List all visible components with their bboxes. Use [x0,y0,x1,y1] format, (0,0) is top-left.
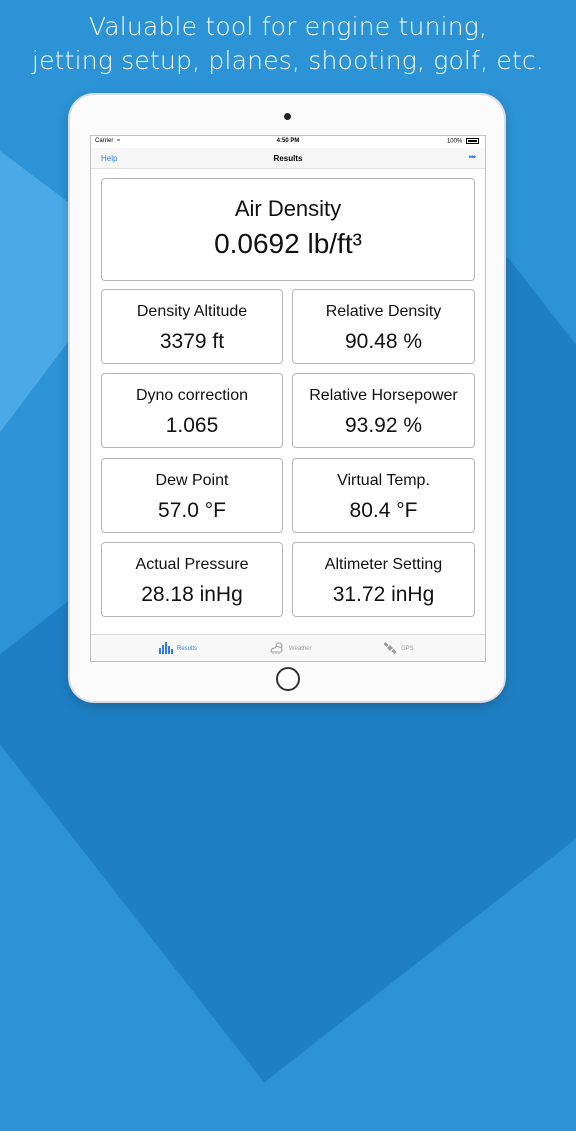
card-label: Relative Horsepower [309,387,458,404]
card-label: Virtual Temp. [337,472,430,489]
headline-line-1: Valuable tool for engine tuning, [88,12,488,41]
status-bar: Carrier ≈ 4:50 PM 100% [91,136,485,148]
status-time: 4:50 PM [276,138,300,144]
result-card-density-altitude: Density Altitude 3379 ft [101,289,283,364]
card-value: 1.065 [165,414,219,437]
promo-headline: Valuable tool for engine tuning, jetting… [0,10,576,78]
result-card-relative-density: Relative Density 90.48 % [292,289,475,364]
card-value: 93.92 % [344,414,423,437]
camera-icon [284,113,291,120]
battery-icon [466,138,479,144]
card-label: Dyno correction [135,387,249,404]
tab-bar: Results Weather GPS [91,634,485,661]
air-density-label: Air Density [234,196,342,221]
result-card-virtual-temp: Virtual Temp. 80.4 °F [292,458,475,533]
page-title: Results [273,154,303,163]
tab-label: Weather [289,646,312,652]
result-card-dyno-correction: Dyno correction 1.065 [101,373,283,448]
card-value: 28.18 inHg [141,583,243,606]
result-card-dew-point: Dew Point 57.0 °F [101,458,283,533]
navigation-bar: Help Results ••• [91,148,485,169]
bar-chart-icon [159,642,173,656]
tab-label: GPS [401,646,414,652]
card-label: Altimeter Setting [324,556,443,573]
tab-gps[interactable]: GPS [383,642,414,656]
result-card-actual-pressure: Actual Pressure 28.18 inHg [101,542,283,617]
card-label: Relative Density [325,303,442,320]
tab-label: Results [177,646,198,652]
battery-indicator: 100% [447,138,479,145]
card-value: 31.72 inHg [332,583,435,606]
result-card-relative-horsepower: Relative Horsepower 93.92 % [292,373,475,448]
card-value: 57.0 °F [158,499,226,522]
card-label: Actual Pressure [135,556,249,573]
tab-results[interactable]: Results [159,642,197,656]
card-value: 80.4 °F [349,499,418,522]
battery-text: 100% [446,138,463,145]
card-value: 90.48 % [344,330,423,353]
card-value: 3379 ft [159,330,225,353]
satellite-icon [383,642,397,656]
home-button[interactable] [276,667,300,691]
air-density-value: 0.0692 lb/ft³ [214,228,362,259]
headline-line-2: jetting setup, planes, shooting, golf, e… [31,46,545,75]
result-card-altimeter-setting: Altimeter Setting 31.72 inHg [292,542,475,617]
ellipsis-icon[interactable]: ••• [469,152,477,162]
tab-weather[interactable]: Weather [269,642,312,656]
card-label: Density Altitude [136,303,248,320]
app-screen: Carrier ≈ 4:50 PM 100% Help Results ••• … [90,135,486,662]
weather-icon [269,642,285,656]
air-density-card: Air Density 0.0692 lb/ft³ [101,178,475,281]
card-label: Dew Point [155,472,229,489]
tablet-device: Carrier ≈ 4:50 PM 100% Help Results ••• … [70,95,504,701]
